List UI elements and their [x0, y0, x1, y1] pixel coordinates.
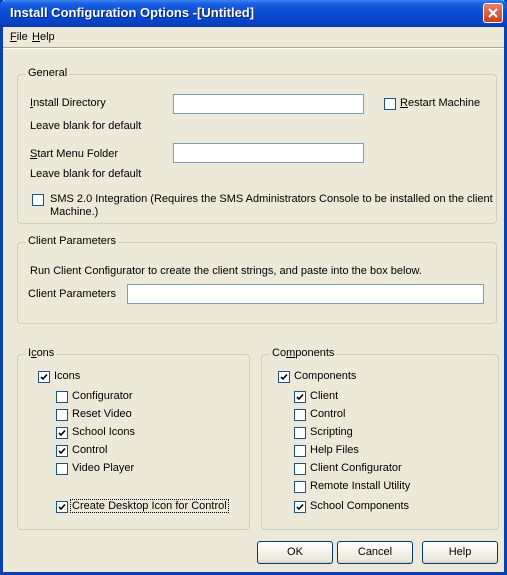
component-option-4-label: Client Configurator — [310, 462, 402, 474]
icon-option-0-label: Configurator — [72, 390, 133, 402]
install-directory-hint: Leave blank for default — [30, 120, 142, 132]
component-option-4-checkbox[interactable] — [294, 463, 306, 475]
restart-machine-label-rest: estart Machine — [407, 97, 481, 109]
icon-option-4-label: Video Player — [72, 462, 135, 474]
component-option-0-checkbox[interactable] — [294, 391, 306, 403]
icons-legend-rest: ons — [36, 347, 55, 359]
component-option-1-label: Control — [310, 408, 346, 420]
install-directory-input[interactable] — [173, 94, 364, 114]
install-directory-label-rest: nstall Directory — [33, 97, 106, 109]
component-option-1-checkbox[interactable] — [294, 409, 306, 421]
icons-master-checkbox[interactable] — [38, 371, 50, 383]
help-button[interactable]: Help — [422, 541, 498, 564]
client-parameters-legend: Client Parameters — [26, 235, 119, 247]
ok-button[interactable]: OK — [257, 541, 333, 564]
component-option-5-checkbox[interactable] — [294, 481, 306, 493]
restart-machine-label: Restart Machine — [400, 97, 480, 109]
check-mark-icon — [296, 503, 304, 511]
restart-machine-checkbox[interactable] — [384, 98, 396, 110]
icons-legend: Icons — [26, 347, 57, 359]
icon-option-4-checkbox[interactable] — [56, 463, 68, 475]
start-menu-folder-label-rest: tart Menu Folder — [37, 148, 119, 160]
icon-option-1-label: Reset Video — [72, 408, 132, 420]
check-mark-icon — [58, 503, 66, 511]
component-option-2-label: Scripting — [310, 426, 353, 438]
menu-file-accel: F — [10, 31, 17, 43]
components-legend-rest: ponents — [295, 347, 335, 359]
icons-master-label: Icons — [54, 370, 81, 382]
start-menu-folder-input[interactable] — [173, 143, 364, 163]
component-option-6-label: School Components — [310, 500, 410, 512]
icon-option-3-label: Control — [72, 444, 108, 456]
component-option-3-checkbox[interactable] — [294, 445, 306, 457]
component-option-3-label: Help Files — [310, 444, 359, 456]
client-parameters-label: Client Parameters — [28, 288, 117, 300]
check-mark-icon — [58, 429, 66, 437]
sms-integration-label-line1: SMS 2.0 Integration (Requires the SMS Ad… — [50, 193, 493, 205]
create-desktop-icon-label: Create Desktop Icon for Control — [70, 499, 229, 513]
client-parameters-instruction: Run Client Configurator to create the cl… — [30, 265, 422, 277]
component-option-5-label: Remote Install Utility — [310, 480, 411, 492]
title-bar[interactable]: Install Configuration Options -[Untitled… — [0, 0, 507, 27]
component-option-2-checkbox[interactable] — [294, 427, 306, 439]
close-icon — [488, 8, 498, 18]
restart-machine-accel: R — [400, 97, 408, 109]
components-legend-accel: m — [286, 347, 296, 359]
menu-file-rest: ile — [16, 31, 28, 43]
install-config-window: Install Configuration Options -[Untitled… — [0, 0, 507, 575]
icon-option-0-checkbox[interactable] — [56, 391, 68, 403]
components-legend: Components — [270, 347, 337, 359]
window-title: Install Configuration Options -[Untitled… — [10, 5, 255, 20]
menu-help-accel: H — [32, 31, 40, 43]
client-parameters-group: Client Parameters — [17, 235, 497, 324]
general-legend: General — [26, 67, 70, 79]
menu-file[interactable]: File — [10, 31, 28, 43]
component-option-0-label: Client — [310, 390, 339, 402]
menu-separator — [3, 47, 504, 49]
sms-integration-label-line2: Machine.) — [50, 206, 99, 218]
menu-help[interactable]: Help — [32, 31, 55, 43]
menu-bar: File Help — [3, 27, 504, 47]
cancel-button[interactable]: Cancel — [337, 541, 413, 564]
menu-help-rest: elp — [39, 31, 55, 43]
component-option-6-checkbox[interactable] — [294, 501, 306, 513]
close-button[interactable] — [483, 3, 503, 23]
check-mark-icon — [296, 393, 304, 401]
icon-option-2-label: School Icons — [72, 426, 135, 438]
check-mark-icon — [58, 447, 66, 455]
icon-option-1-checkbox[interactable] — [56, 409, 68, 421]
client-parameters-input[interactable] — [127, 284, 484, 304]
check-mark-icon — [280, 373, 288, 381]
create-desktop-icon-checkbox[interactable] — [56, 501, 68, 513]
icon-option-3-checkbox[interactable] — [56, 445, 68, 457]
icon-option-2-checkbox[interactable] — [56, 427, 68, 439]
install-directory-label: Install Directory — [30, 97, 106, 109]
components-master-label: Components — [294, 370, 357, 382]
start-menu-folder-hint: Leave blank for default — [30, 168, 142, 180]
components-legend-pre: Co — [272, 347, 287, 359]
check-mark-icon — [40, 373, 48, 381]
sms-integration-checkbox[interactable] — [32, 194, 44, 206]
start-menu-folder-label: Start Menu Folder — [30, 148, 118, 160]
components-master-checkbox[interactable] — [278, 371, 290, 383]
